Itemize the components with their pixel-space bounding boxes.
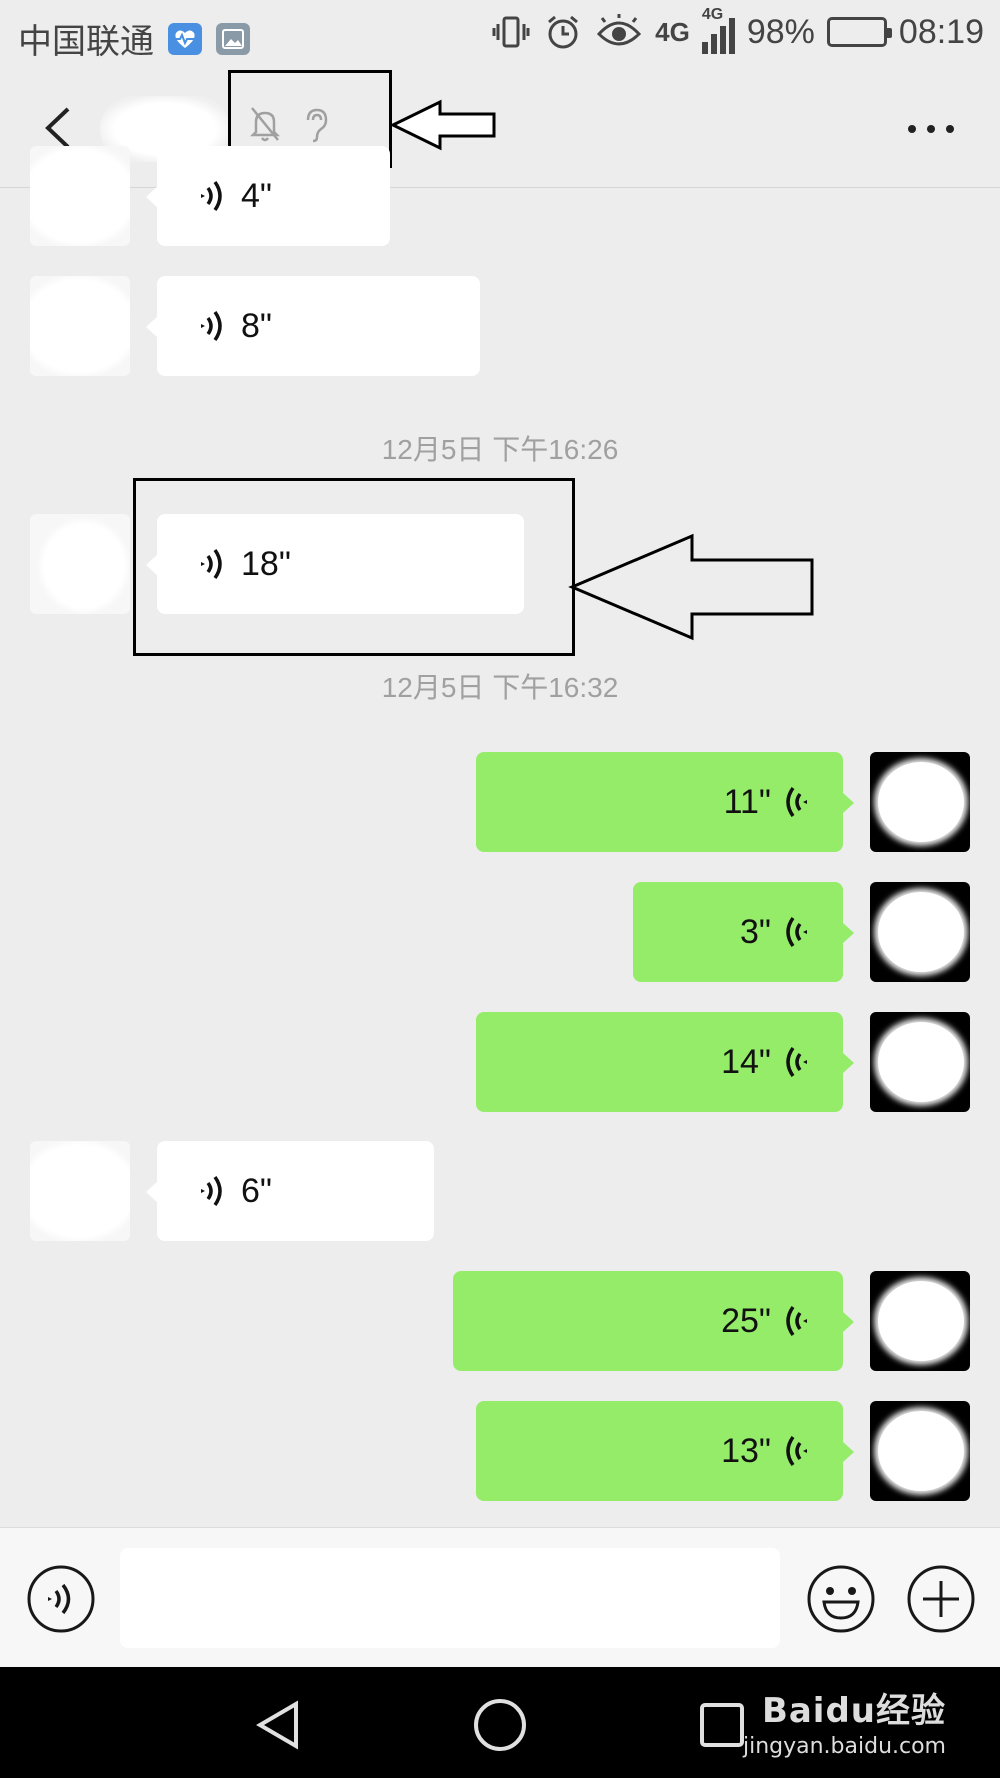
contact-avatar[interactable] (30, 1141, 130, 1241)
battery-percent: 98% (746, 12, 815, 51)
voice-duration: 14" (721, 1042, 771, 1081)
status-bar-left: 中国联通 (18, 14, 250, 63)
carrier-name: 中国联通 (18, 23, 154, 61)
status-bar: 中国联通 4G 4G 98% 08:19 (0, 0, 1000, 68)
message-input[interactable] (120, 1548, 780, 1648)
voice-wave-icon (786, 1046, 807, 1078)
voice-duration: 4" (241, 176, 272, 215)
contact-avatar[interactable] (30, 514, 130, 614)
my-avatar[interactable] (870, 1401, 970, 1501)
voice-message-sent[interactable]: 25" (453, 1271, 854, 1371)
annotation-arrow-header (390, 99, 496, 151)
clock-time: 08:19 (898, 12, 984, 51)
home-button[interactable] (470, 1697, 530, 1753)
voice-duration: 3" (740, 912, 771, 951)
alarm-icon (543, 10, 583, 54)
system-navigation-bar: Baidu经验 jingyan.baidu.com (0, 1667, 1000, 1778)
my-avatar[interactable] (870, 1271, 970, 1371)
plus-icon[interactable] (906, 1564, 976, 1634)
voice-wave-icon (786, 1305, 807, 1337)
network-type-a: 4G (655, 17, 690, 47)
voice-wave-icon (786, 1435, 807, 1467)
voice-message-sent[interactable]: 13" (476, 1401, 854, 1501)
annotation-box-message (133, 478, 575, 656)
recents-icon (700, 1703, 744, 1747)
voice-duration: 13" (721, 1431, 771, 1470)
voice-wave-icon (786, 916, 807, 948)
voice-duration: 25" (721, 1301, 771, 1340)
vibrate-icon (491, 10, 531, 54)
more-icon (908, 125, 954, 133)
message-timestamp: 12月5日 下午16:26 (381, 434, 619, 465)
battery-icon (826, 17, 892, 47)
watermark-url: jingyan.baidu.com (742, 1734, 946, 1759)
voice-wave-icon (201, 180, 222, 212)
more-button[interactable] (896, 104, 966, 154)
voice-wave-icon (201, 310, 222, 342)
system-back-button[interactable] (248, 1697, 308, 1753)
my-avatar[interactable] (870, 1012, 970, 1112)
baidu-jingyan-watermark: Baidu经验 jingyan.baidu.com (743, 1683, 946, 1759)
watermark-brand: Baidu经验 (761, 1691, 946, 1731)
voice-message-received[interactable]: 4" (146, 146, 390, 246)
voice-message-sent[interactable]: 14" (476, 1012, 854, 1112)
emoji-icon[interactable] (806, 1564, 876, 1634)
gallery-app-icon (216, 22, 250, 55)
voice-wave-icon (786, 786, 807, 818)
status-bar-right: 4G 4G 98% 08:19 (491, 6, 984, 54)
my-avatar[interactable] (870, 752, 970, 852)
voice-duration: 11" (723, 782, 771, 821)
system-back-icon (256, 1700, 298, 1750)
contact-avatar[interactable] (30, 146, 130, 246)
message-timestamp: 12月5日 下午16:32 (381, 672, 619, 703)
chat-header (0, 68, 1000, 188)
voice-duration: 8" (241, 306, 272, 345)
signal-icon: 4G (701, 6, 735, 54)
annotation-arrow-message (568, 533, 814, 641)
network-type-b: 4G (701, 6, 724, 23)
voice-duration: 6" (241, 1171, 272, 1210)
my-avatar[interactable] (870, 882, 970, 982)
health-app-icon (168, 22, 202, 55)
eye-comfort-icon (595, 10, 643, 54)
voice-wave-icon (201, 1175, 222, 1207)
voice-mode-icon[interactable] (26, 1564, 96, 1634)
voice-message-sent[interactable]: 11" (476, 752, 854, 852)
voice-message-received[interactable]: 6" (146, 1141, 434, 1241)
input-bar (0, 1527, 1000, 1667)
home-icon (474, 1699, 526, 1751)
voice-message-sent[interactable]: 3" (633, 882, 854, 982)
contact-avatar[interactable] (30, 276, 130, 376)
voice-message-received[interactable]: 8" (146, 276, 480, 376)
